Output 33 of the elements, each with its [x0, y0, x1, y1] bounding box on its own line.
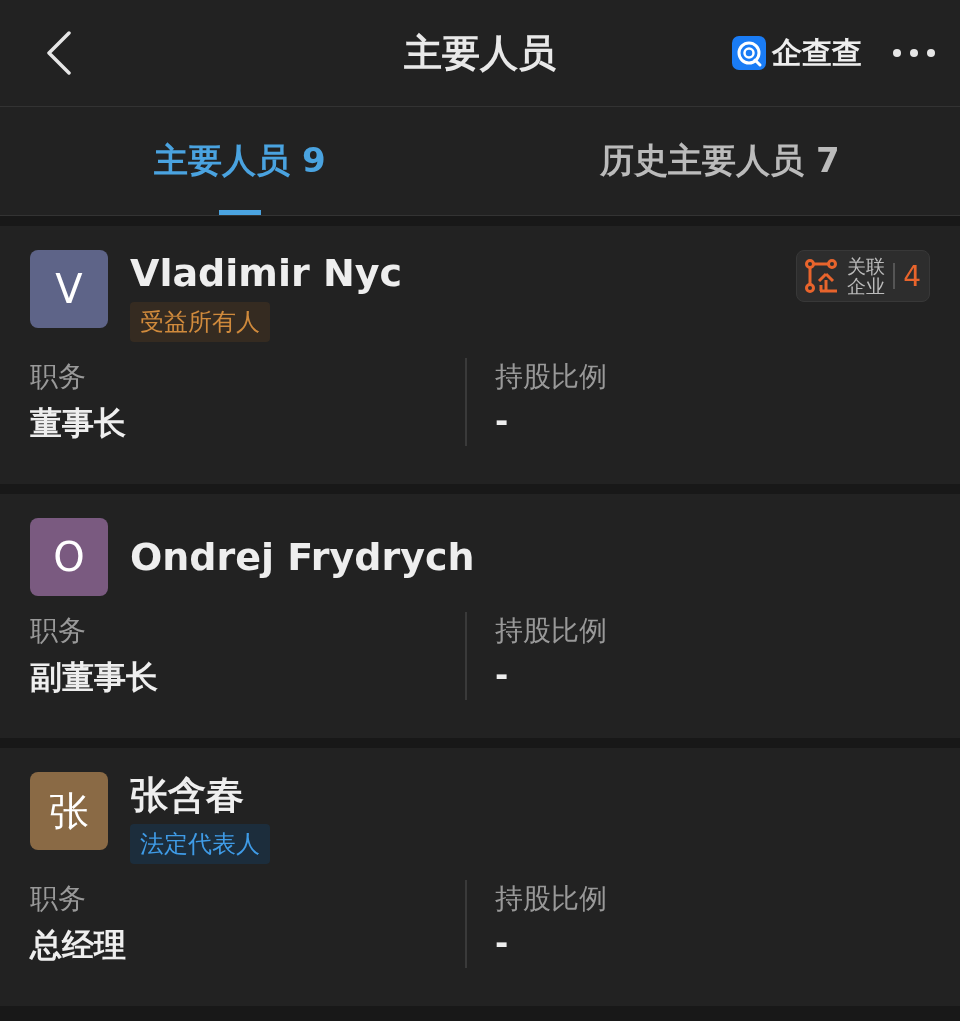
person-card[interactable]: 张 张含春 法定代表人 职务 总经理 持股比例 -	[0, 748, 960, 1006]
back-icon[interactable]	[46, 31, 72, 75]
field-value: -	[495, 656, 510, 694]
logo-icon	[732, 36, 766, 70]
field-label: 职务	[30, 359, 87, 395]
field-value: 副董事长	[30, 657, 159, 698]
field-label: 职务	[30, 881, 87, 917]
person-name: Ondrej Frydrych	[130, 534, 475, 580]
field-value: 董事长	[30, 403, 127, 444]
tab[interactable]: 历史主要人员 7	[480, 107, 960, 215]
avatar: 张	[30, 772, 108, 850]
field-value: -	[495, 924, 510, 962]
more-icon[interactable]	[892, 48, 936, 58]
field-value: -	[495, 402, 510, 440]
page-title: 主要人员	[403, 29, 557, 77]
avatar: V	[30, 250, 108, 328]
field-label: 持股比例	[495, 359, 608, 395]
role-tag: 法定代表人	[130, 824, 270, 864]
field-label: 持股比例	[495, 613, 608, 649]
network-icon	[805, 258, 840, 294]
avatar: O	[30, 518, 108, 596]
brand-name: 企查查	[772, 33, 862, 72]
related-count: 4	[903, 259, 921, 293]
field-label: 持股比例	[495, 881, 608, 917]
field-label: 职务	[30, 613, 87, 649]
related-label: 关联	[847, 256, 886, 276]
person-name: 张含春	[130, 772, 244, 818]
role-tag: 受益所有人	[130, 302, 270, 342]
person-card[interactable]: O Ondrej Frydrych 职务 副董事长 持股比例 -	[0, 494, 960, 738]
related-label: 企业	[847, 276, 886, 296]
tab[interactable]: 主要人员 9	[0, 107, 480, 215]
person-name: Vladimir Nyc	[130, 250, 402, 296]
field-value: 总经理	[30, 925, 127, 966]
